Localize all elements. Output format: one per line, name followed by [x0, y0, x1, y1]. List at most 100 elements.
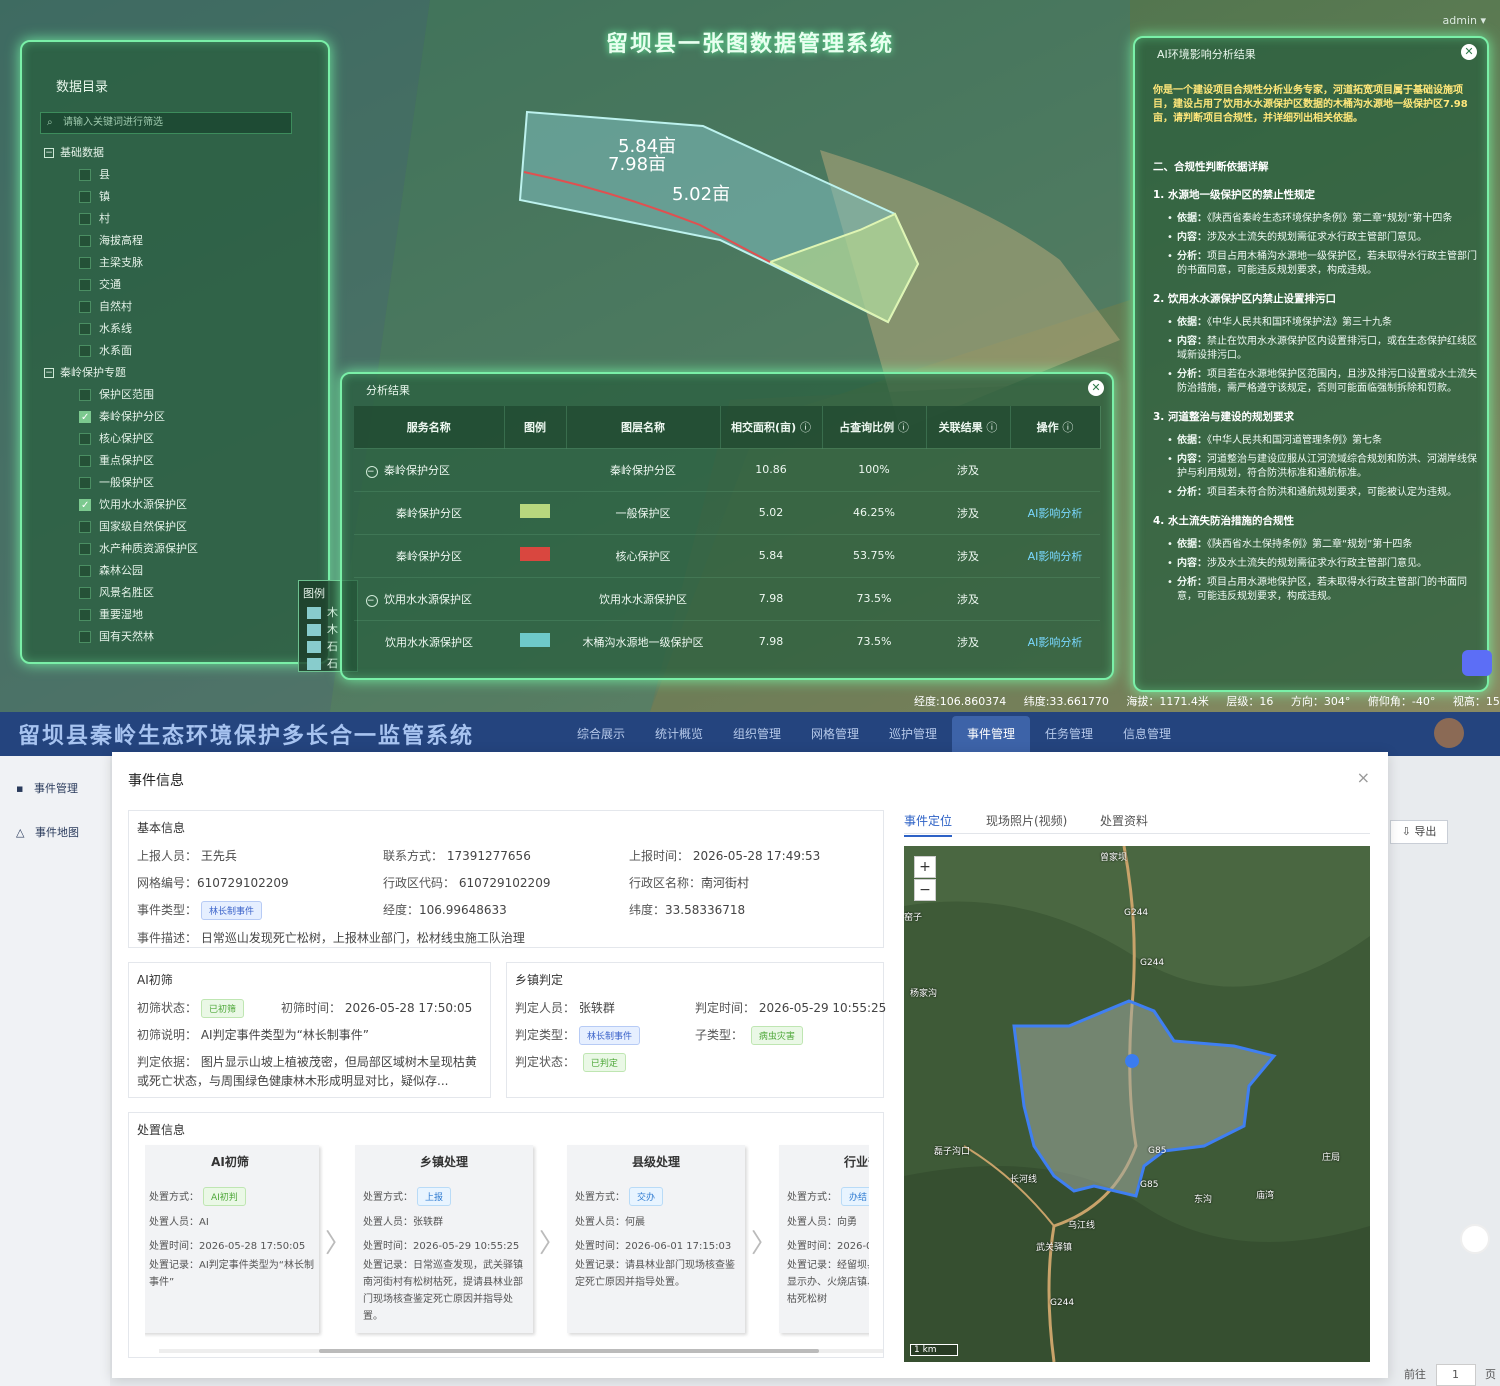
- column-header: 关联结果 ⓘ: [926, 406, 1011, 448]
- checkbox[interactable]: [79, 495, 91, 517]
- tree-item[interactable]: 森林公园: [42, 560, 322, 582]
- close-icon[interactable]: ✕: [1088, 380, 1104, 396]
- export-button[interactable]: ⇩ 导出: [1390, 820, 1448, 844]
- map-place-label: G85: [1140, 1180, 1159, 1190]
- checkbox[interactable]: [79, 407, 91, 429]
- ai-analysis-link[interactable]: AI影响分析: [1028, 507, 1083, 520]
- tree-item[interactable]: 国有天然林: [42, 626, 322, 648]
- checkbox[interactable]: [79, 477, 91, 489]
- zoom-in-button[interactable]: +: [914, 856, 936, 878]
- nav-item[interactable]: 事件管理: [952, 716, 1030, 752]
- tree-item[interactable]: 秦岭保护分区: [42, 406, 322, 429]
- chat-bot-icon[interactable]: [1462, 650, 1492, 676]
- ai-basis-list: 依据：《中华人民共和国河道管理条例》第七条内容：河道整治与建设应服从江河流域综合…: [1153, 434, 1479, 500]
- close-icon[interactable]: ×: [1357, 768, 1370, 787]
- checkbox[interactable]: [79, 565, 91, 577]
- tree-item[interactable]: 风景名胜区: [42, 582, 322, 604]
- tree-item[interactable]: 交通: [42, 274, 322, 296]
- tree-item[interactable]: 县: [42, 164, 322, 186]
- ai-block-title: 3. 河道整治与建设的规划要求: [1153, 411, 1294, 423]
- tree-item[interactable]: 主梁支脉: [42, 252, 322, 274]
- tree-item[interactable]: 水系线: [42, 318, 322, 340]
- info-icon[interactable]: ⓘ: [1062, 421, 1073, 434]
- checkbox[interactable]: [79, 169, 91, 181]
- nav-item[interactable]: 信息管理: [1108, 716, 1186, 752]
- tree-item-label: 县: [99, 168, 110, 181]
- checkbox[interactable]: [79, 235, 91, 247]
- step-method: 处置方式： 交办: [575, 1187, 664, 1206]
- event-location-map[interactable]: + − 1 km 曾家坝 G244 G244 杨家沟 磊子沟口 庄局 东沟 庙湾 G85 G85 长…: [904, 846, 1370, 1362]
- tree-group[interactable]: − 秦岭保护专题: [42, 362, 322, 384]
- tree-item[interactable]: 自然村: [42, 296, 322, 318]
- tree-item[interactable]: 一般保护区: [42, 472, 322, 494]
- checkbox[interactable]: [79, 257, 91, 269]
- nav-item[interactable]: 巡护管理: [874, 716, 952, 752]
- collapse-icon[interactable]: −: [366, 594, 378, 607]
- result-cell: 涉及: [926, 619, 1010, 663]
- checkbox[interactable]: [79, 587, 91, 599]
- modal-title: 事件信息: [128, 773, 184, 789]
- collapse-icon[interactable]: −: [366, 465, 378, 478]
- checkbox[interactable]: [79, 345, 91, 357]
- tree-item[interactable]: 保护区范围: [42, 384, 322, 406]
- info-icon[interactable]: ⓘ: [898, 421, 909, 434]
- nav-item[interactable]: 统计概览: [640, 716, 718, 752]
- tree-item[interactable]: 饮用水水源保护区: [42, 494, 322, 517]
- tree-group[interactable]: − 基础数据: [42, 142, 322, 164]
- checkbox[interactable]: [79, 609, 91, 621]
- nav-item[interactable]: 任务管理: [1030, 716, 1108, 752]
- ai-block-title: 4. 水土流失防治措施的合规性: [1153, 515, 1294, 527]
- tree-item[interactable]: 国家级自然保护区: [42, 516, 322, 538]
- directory-search-input[interactable]: ⌕ 请输入关键词进行筛选: [40, 112, 292, 134]
- horizontal-scrollbar[interactable]: [159, 1349, 883, 1353]
- checkbox[interactable]: [79, 433, 91, 445]
- assistant-avatar[interactable]: [1460, 1224, 1490, 1254]
- area-cell: 5.84: [720, 533, 822, 577]
- nav-item[interactable]: 组织管理: [718, 716, 796, 752]
- info-icon[interactable]: ⓘ: [986, 421, 997, 434]
- page-input[interactable]: 1: [1435, 1364, 1476, 1386]
- nav-item[interactable]: 网格管理: [796, 716, 874, 752]
- info-icon[interactable]: ⓘ: [800, 421, 811, 434]
- tab-disposal-files[interactable]: 处置资料: [1100, 812, 1148, 829]
- checkbox[interactable]: [79, 543, 91, 555]
- tree-item[interactable]: 镇: [42, 186, 322, 208]
- nav-item[interactable]: 综合展示: [562, 716, 640, 752]
- tab-site-photos[interactable]: 现场照片(视频): [986, 812, 1067, 829]
- tree-item[interactable]: 村: [42, 208, 322, 230]
- tree-item-label: 水产种质资源保护区: [99, 542, 198, 555]
- checkbox[interactable]: [79, 191, 91, 203]
- tree-item[interactable]: 水产种质资源保护区: [42, 538, 322, 560]
- collapse-icon[interactable]: −: [44, 148, 54, 158]
- user-menu[interactable]: admin ▾: [1443, 14, 1487, 27]
- close-icon[interactable]: ✕: [1461, 44, 1477, 60]
- sidebar-item-event-management[interactable]: ▪ 事件管理: [16, 780, 78, 796]
- tree-item[interactable]: 核心保护区: [42, 428, 322, 450]
- checkbox[interactable]: [79, 279, 91, 291]
- checkbox[interactable]: [79, 389, 91, 401]
- service-name-cell: 秦岭保护分区: [354, 490, 504, 534]
- collapse-icon[interactable]: −: [44, 368, 54, 378]
- region-name-field: 行政区名称：南河街村: [629, 876, 750, 890]
- checkbox[interactable]: [79, 455, 91, 467]
- checkbox[interactable]: [79, 213, 91, 225]
- tree-item[interactable]: 重要湿地: [42, 604, 322, 626]
- tab-event-location[interactable]: 事件定位: [904, 812, 953, 837]
- zoom-out-button[interactable]: −: [914, 879, 936, 901]
- ai-basis-item: 依据：《陕西省秦岭生态环境保护条例》第二章“规划”第十四条: [1167, 212, 1479, 226]
- checkbox[interactable]: [79, 323, 91, 335]
- checkbox[interactable]: [79, 521, 91, 533]
- area-cell: 10.86: [720, 447, 822, 491]
- detail-tabs: 事件定位 现场照片(视频) 处置资料: [904, 808, 1370, 837]
- tree-item[interactable]: 海拔高程: [42, 230, 322, 252]
- avatar[interactable]: [1434, 718, 1464, 748]
- ai-analysis-link[interactable]: AI影响分析: [1028, 636, 1083, 649]
- step-time: 处置时间：2026-05-29 10:55:25: [363, 1241, 520, 1252]
- tree-item[interactable]: 水系面: [42, 340, 322, 362]
- checkbox[interactable]: [79, 631, 91, 643]
- ai-basis-list: 依据：《中华人民共和国环境保护法》第三十九条内容：禁止在饮用水水源保护区内设置排…: [1153, 316, 1479, 396]
- sidebar-item-event-map[interactable]: △ 事件地图: [16, 824, 79, 840]
- checkbox[interactable]: [79, 301, 91, 313]
- ai-analysis-link[interactable]: AI影响分析: [1028, 550, 1083, 563]
- tree-item[interactable]: 重点保护区: [42, 450, 322, 472]
